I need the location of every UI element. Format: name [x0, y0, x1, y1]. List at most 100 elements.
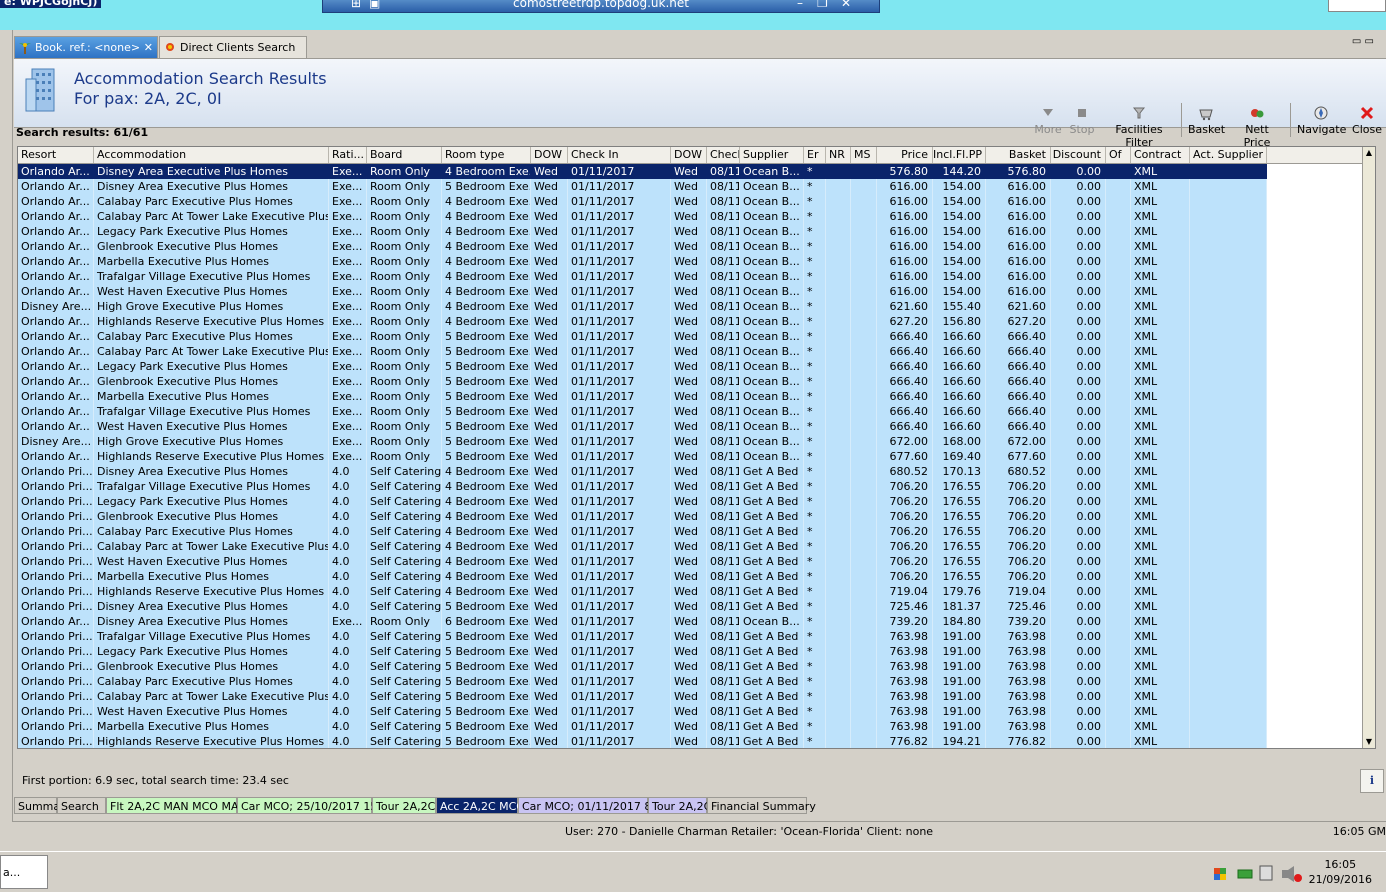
cell-room-type: 5 Bedroom Exe...	[442, 374, 531, 389]
table-row[interactable]: Orlando Pri... Calabay Parc Executive Plu…	[18, 674, 1267, 689]
bottom-tab[interactable]: Tour 2A,2C	[372, 797, 436, 814]
table-row[interactable]: Orlando Pri... Marbella Executive Plus Ho…	[18, 569, 1267, 584]
bottom-tab[interactable]: Car MCO; 01/11/2017 8d	[518, 797, 658, 814]
panel-window-controls[interactable]: ▭ ▭	[1352, 36, 1374, 47]
column-header-check-out[interactable]: Check Out	[707, 147, 740, 163]
column-header-rating[interactable]: Rati...	[329, 147, 367, 163]
cell-rating: Exe...	[329, 614, 367, 629]
facilities-filter-button[interactable]: Facilities Filter	[1104, 105, 1174, 149]
minimize-icon[interactable]: –	[797, 0, 803, 12]
cell-resort: Orlando Ar...	[18, 179, 94, 194]
bottom-tab[interactable]: Acc 2A,2C MCO	[436, 797, 525, 814]
navigate-button[interactable]: Navigate	[1297, 105, 1346, 136]
column-header-er[interactable]: Er	[804, 147, 826, 163]
table-row[interactable]: Orlando Ar... West Haven Executive Plus H…	[18, 419, 1267, 434]
column-header-price[interactable]: Price	[877, 147, 933, 163]
table-row[interactable]: Orlando Ar... Legacy Park Executive Plus …	[18, 359, 1267, 374]
column-header-supplier[interactable]: Supplier	[740, 147, 804, 163]
cell-board: Self Catering	[367, 509, 442, 524]
table-row[interactable]: Orlando Ar... Calabay Parc Executive Plus…	[18, 329, 1267, 344]
nett-price-button[interactable]: Nett Price	[1232, 105, 1282, 149]
table-row[interactable]: Orlando Ar... Trafalgar Village Executive…	[18, 404, 1267, 419]
tab-booking[interactable]: Book. ref.: <none> ✕	[14, 36, 158, 58]
table-row[interactable]: Orlando Ar... Disney Area Executive Plus …	[18, 179, 1267, 194]
table-row[interactable]: Orlando Pri... Glenbrook Executive Plus H…	[18, 509, 1267, 524]
table-row[interactable]: Orlando Ar... Legacy Park Executive Plus …	[18, 224, 1267, 239]
table-row[interactable]: Orlando Pri... Calabay Parc at Tower Lake…	[18, 539, 1267, 554]
bottom-tab[interactable]: Financial Summary	[707, 797, 816, 814]
bottom-tab[interactable]: Flt 2A,2C MAN MCO MAN	[106, 797, 247, 814]
table-row[interactable]: Orlando Pri... Calabay Parc Executive Plu…	[18, 524, 1267, 539]
column-header-act-supplier[interactable]: Act. Supplier	[1190, 147, 1267, 163]
cell-board: Self Catering	[367, 629, 442, 644]
bottom-tab[interactable]: Summary	[14, 797, 71, 814]
table-row[interactable]: Orlando Pri... Glenbrook Executive Plus H…	[18, 659, 1267, 674]
table-row[interactable]: Orlando Ar... Calabay Parc At Tower Lake …	[18, 209, 1267, 224]
left-collapsed-panel[interactable]	[0, 30, 13, 821]
table-row[interactable]: Orlando Pri... Disney Area Executive Plus…	[18, 464, 1267, 479]
tab-close-icon[interactable]: ✕	[144, 37, 153, 58]
column-header-incl-fl-pp[interactable]: Incl.Fl.PP	[933, 147, 986, 163]
table-row[interactable]: Disney Are... High Grove Executive Plus H…	[18, 299, 1267, 314]
table-row[interactable]: Orlando Ar... Marbella Executive Plus Hom…	[18, 254, 1267, 269]
tab-direct-clients-search[interactable]: Direct Clients Search	[159, 36, 307, 58]
column-header-room-type[interactable]: Room type	[442, 147, 531, 163]
table-row[interactable]: Orlando Pri... Marbella Executive Plus Ho…	[18, 719, 1267, 734]
column-header-check-in[interactable]: Check In	[568, 147, 671, 163]
table-row[interactable]: Orlando Ar... Trafalgar Village Executive…	[18, 269, 1267, 284]
column-header-accommodation[interactable]: Accommodation	[94, 147, 329, 163]
table-row[interactable]: Orlando Ar... Calabay Parc At Tower Lake …	[18, 344, 1267, 359]
more-button[interactable]: More	[1034, 105, 1062, 136]
column-header-board[interactable]: Board	[367, 147, 442, 163]
bottom-tab[interactable]: Search	[57, 797, 106, 814]
table-row[interactable]: Orlando Pri... West Haven Executive Plus …	[18, 554, 1267, 569]
scroll-up-icon[interactable]: ▲	[1363, 147, 1375, 159]
table-row[interactable]: Orlando Ar... Glenbrook Executive Plus Ho…	[18, 239, 1267, 254]
cell-resort: Orlando Ar...	[18, 614, 94, 629]
column-header-dow-out[interactable]: DOW	[671, 147, 707, 163]
cell-of	[1106, 359, 1131, 374]
table-row[interactable]: Orlando Ar... Marbella Executive Plus Hom…	[18, 389, 1267, 404]
column-header-of[interactable]: Of	[1106, 147, 1131, 163]
taskbar-app-button[interactable]: a...	[0, 855, 48, 889]
restore-icon[interactable]: ❐	[817, 0, 828, 12]
table-row[interactable]: Orlando Ar... West Haven Executive Plus H…	[18, 284, 1267, 299]
table-row[interactable]: Disney Are... High Grove Executive Plus H…	[18, 434, 1267, 449]
close-button[interactable]: Close	[1352, 105, 1382, 136]
table-row[interactable]: Orlando Pri... Highlands Reserve Executiv…	[18, 584, 1267, 599]
table-row[interactable]: Orlando Ar... Highlands Reserve Executive…	[18, 314, 1267, 329]
close-icon[interactable]: ✕	[841, 0, 851, 12]
table-row[interactable]: Orlando Ar... Glenbrook Executive Plus Ho…	[18, 374, 1267, 389]
table-row[interactable]: Orlando Ar... Highlands Reserve Executive…	[18, 449, 1267, 464]
table-row[interactable]: Orlando Pri... West Haven Executive Plus …	[18, 704, 1267, 719]
table-row[interactable]: Orlando Pri... Highlands Reserve Executiv…	[18, 734, 1267, 748]
table-row[interactable]: Orlando Pri... Disney Area Executive Plus…	[18, 599, 1267, 614]
column-header-discount[interactable]: Discount	[1051, 147, 1106, 163]
cell-dow-out: Wed	[671, 524, 707, 539]
table-row[interactable]: Orlando Pri... Legacy Park Executive Plus…	[18, 494, 1267, 509]
stop-button[interactable]: Stop	[1069, 105, 1095, 136]
pin-icon[interactable]: ⊞	[351, 0, 361, 12]
table-row[interactable]: Orlando Pri... Trafalgar Village Executiv…	[18, 629, 1267, 644]
cell-board: Room Only	[367, 224, 442, 239]
column-header-resort[interactable]: Resort	[18, 147, 94, 163]
bottom-tab[interactable]: Car MCO; 25/10/2017 15d	[237, 797, 384, 814]
column-header-ms[interactable]: MS	[851, 147, 877, 163]
column-header-contract[interactable]: Contract	[1131, 147, 1190, 163]
table-row[interactable]: Orlando Pri... Legacy Park Executive Plus…	[18, 644, 1267, 659]
taskbar-clock[interactable]: 16:05 21/09/2016	[1309, 857, 1372, 887]
table-row[interactable]: Orlando Pri... Calabay Parc at Tower Lake…	[18, 689, 1267, 704]
table-row[interactable]: Orlando Ar... Disney Area Executive Plus …	[18, 164, 1267, 179]
info-button[interactable]: i	[1360, 769, 1384, 793]
table-row[interactable]: Orlando Ar... Calabay Parc Executive Plus…	[18, 194, 1267, 209]
column-header-basket[interactable]: Basket	[986, 147, 1051, 163]
column-header-dow-in[interactable]: DOW	[531, 147, 568, 163]
table-row[interactable]: Orlando Ar... Disney Area Executive Plus …	[18, 614, 1267, 629]
bottom-tab[interactable]: Tour 2A,2C	[648, 797, 711, 814]
column-header-nr[interactable]: NR	[826, 147, 851, 163]
table-row[interactable]: Orlando Pri... Trafalgar Village Executiv…	[18, 479, 1267, 494]
vertical-scrollbar[interactable]: ▲ ▼	[1362, 147, 1375, 748]
scroll-down-icon[interactable]: ▼	[1363, 736, 1375, 748]
results-grid[interactable]: Resort Accommodation Rati... Board Room type…	[17, 146, 1376, 749]
basket-button[interactable]: Basket	[1188, 105, 1225, 136]
